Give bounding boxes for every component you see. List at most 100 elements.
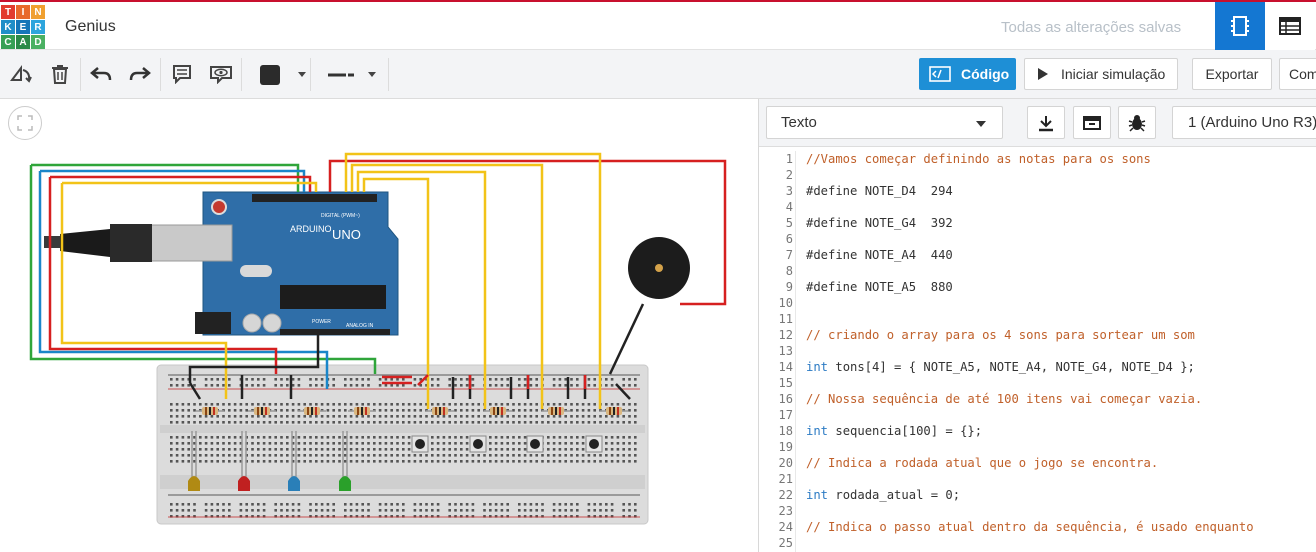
code-line[interactable]: #define NOTE_A4 440 [806,248,953,262]
toolbar-separator [241,58,242,91]
circuit-chip-icon [1231,16,1249,36]
pushbutton[interactable] [585,435,603,453]
notes-button[interactable] [170,62,194,86]
code-line[interactable]: // criando o array para os 4 sons para s… [806,328,1195,342]
line-number-gutter: 1 2 3 4 5 6 7 8 9 10 11 12 13 14 15 16 17 18 19 20 21 22 23 24 2… [759,151,796,552]
code-line[interactable]: #define NOTE_A5 880 [806,280,953,294]
microcontroller-chip [280,285,386,309]
color-picker-dropdown[interactable] [250,58,310,91]
undo-button[interactable] [89,62,113,86]
debugger-button[interactable] [1118,106,1156,139]
project-title[interactable]: Genius [65,18,116,36]
component-list-view-button[interactable] [1265,2,1315,50]
pushbutton[interactable] [526,435,544,453]
code-line[interactable]: // Indica a rodada atual que o jogo se e… [806,456,1158,470]
download-icon [1039,115,1053,131]
code-line[interactable]: // Nossa sequência de até 100 itens vai … [806,392,1202,406]
code-line[interactable]: // Indica o passo atual dentro da sequên… [806,520,1254,534]
pushbutton[interactable] [411,435,429,453]
line-number: 14 [778,360,793,374]
logo-letter: R [31,20,45,34]
line-number: 11 [778,312,793,326]
wire-type-dropdown[interactable] [318,58,388,91]
share-button[interactable]: Com [1279,58,1316,90]
logo-letter: N [31,5,45,19]
usb-cable [44,224,233,262]
undo-icon [90,67,112,81]
digital-header [252,194,377,202]
code-line[interactable]: int sequencia[100] = {}; [806,424,982,438]
line-number: 24 [778,520,793,534]
digital-label: DIGITAL (PWM~) [321,213,360,219]
line-number: 15 [778,376,793,390]
start-simulation-button[interactable]: Iniciar simulação [1024,58,1178,90]
line-number: 17 [778,408,793,422]
line-number: 8 [785,264,793,278]
power-label: POWER [312,319,331,325]
line-number: 16 [778,392,793,406]
analog-label: ANALOG IN [346,323,374,329]
pushbutton[interactable] [469,435,487,453]
chevron-down-icon [976,121,986,127]
code-editor-panel: Texto 1 (Arduino Uno R3) 1 2 3 4 5 6 7 8… [758,99,1316,552]
line-number: 13 [778,344,793,358]
tinkercad-logo[interactable]: TIN KER CAD [0,4,46,50]
code-editor[interactable]: 1 2 3 4 5 6 7 8 9 10 11 12 13 14 15 16 17 18 19 20 21 22 23 24 2… [759,151,1316,552]
breadboard[interactable] [156,364,649,525]
line-number: 18 [778,424,793,438]
capacitor [242,313,262,333]
code-button-label: Código [961,66,1010,82]
reset-button[interactable] [211,199,227,215]
capacitor [262,313,282,333]
circuit-canvas[interactable]: ARDUINO UNO DIGITAL (PWM~) ANALOG IN POW… [0,99,758,552]
board-model: UNO [332,227,361,242]
toolbar-separator [160,58,161,91]
code-line[interactable]: //Vamos começar definindo as notas para … [806,152,1151,166]
line-number: 2 [785,168,793,182]
line-number: 3 [785,184,793,198]
bug-icon [1128,114,1146,132]
line-number: 25 [778,536,793,550]
download-code-button[interactable] [1027,106,1065,139]
code-line[interactable]: int tons[4] = { NOTE_A5, NOTE_A4, NOTE_G… [806,360,1195,374]
toolbar-separator [80,58,81,91]
delete-button[interactable] [48,62,72,86]
code-mode-select[interactable]: Texto [766,106,1003,139]
code-button[interactable]: Código [919,58,1016,90]
eye-icon [210,66,232,84]
code-mode-value: Texto [781,114,817,131]
analog-header [280,329,390,335]
logo-letter: C [1,35,15,49]
line-number: 6 [785,232,793,246]
line-number: 21 [778,472,793,486]
libraries-button[interactable] [1073,106,1111,139]
code-editor-icon [929,66,951,82]
redo-button[interactable] [128,62,152,86]
code-editor-header: Texto 1 (Arduino Uno R3) [759,99,1316,147]
play-icon [1038,68,1048,80]
logo-letter: T [1,5,15,19]
code-line[interactable]: #define NOTE_D4 294 [806,184,953,198]
line-number: 4 [785,200,793,214]
logo-letter: K [1,20,15,34]
logo-letter: D [31,35,45,49]
arduino-uno-board[interactable]: ARDUINO UNO DIGITAL (PWM~) ANALOG IN POW… [195,191,399,336]
circuit-view-button[interactable] [1215,2,1265,50]
rotate-button[interactable] [9,62,33,86]
board-select[interactable]: 1 (Arduino Uno R3) [1172,106,1316,139]
logo-letter: A [16,35,30,49]
logo-letter: E [16,20,30,34]
piezo-buzzer[interactable] [628,237,690,299]
toggle-notes-visibility-button[interactable] [209,62,233,86]
chevron-down-icon [368,72,376,77]
chevron-down-icon [298,72,306,77]
note-icon [173,65,191,84]
export-button[interactable]: Exportar [1192,58,1272,90]
line-number: 10 [778,296,793,310]
code-line[interactable]: #define NOTE_G4 392 [806,216,953,230]
code-line[interactable]: int rodada_atual = 0; [806,488,960,502]
top-bar: TIN KER CAD Genius Todas as alterações sal… [0,0,1316,50]
rotate-icon [10,65,32,83]
line-number: 20 [778,456,793,470]
wire-style-icon [328,73,354,76]
